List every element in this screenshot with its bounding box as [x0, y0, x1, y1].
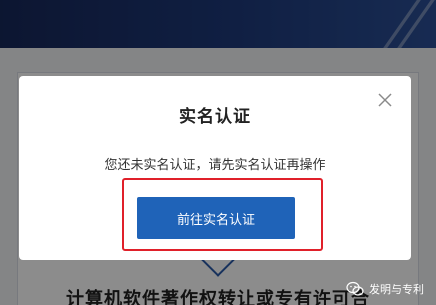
close-icon[interactable] [377, 92, 393, 108]
go-to-verification-button[interactable]: 前往实名认证 [137, 197, 295, 239]
verification-modal: 实名认证 您还未实名认证，请先实名认证再操作 前往实名认证 [19, 76, 411, 260]
modal-title: 实名认证 [179, 107, 251, 127]
modal-message: 您还未实名认证，请先实名认证再操作 [104, 158, 326, 173]
page: 计算机软件著作权转让或专有许可合 实名认证 您还未实名认证，请先实名认证再操作 … [0, 0, 436, 305]
watermark-text: 发明与专利 [369, 283, 424, 296]
watermark: 发明与专利 [346, 281, 424, 297]
wechat-icon [346, 281, 364, 297]
